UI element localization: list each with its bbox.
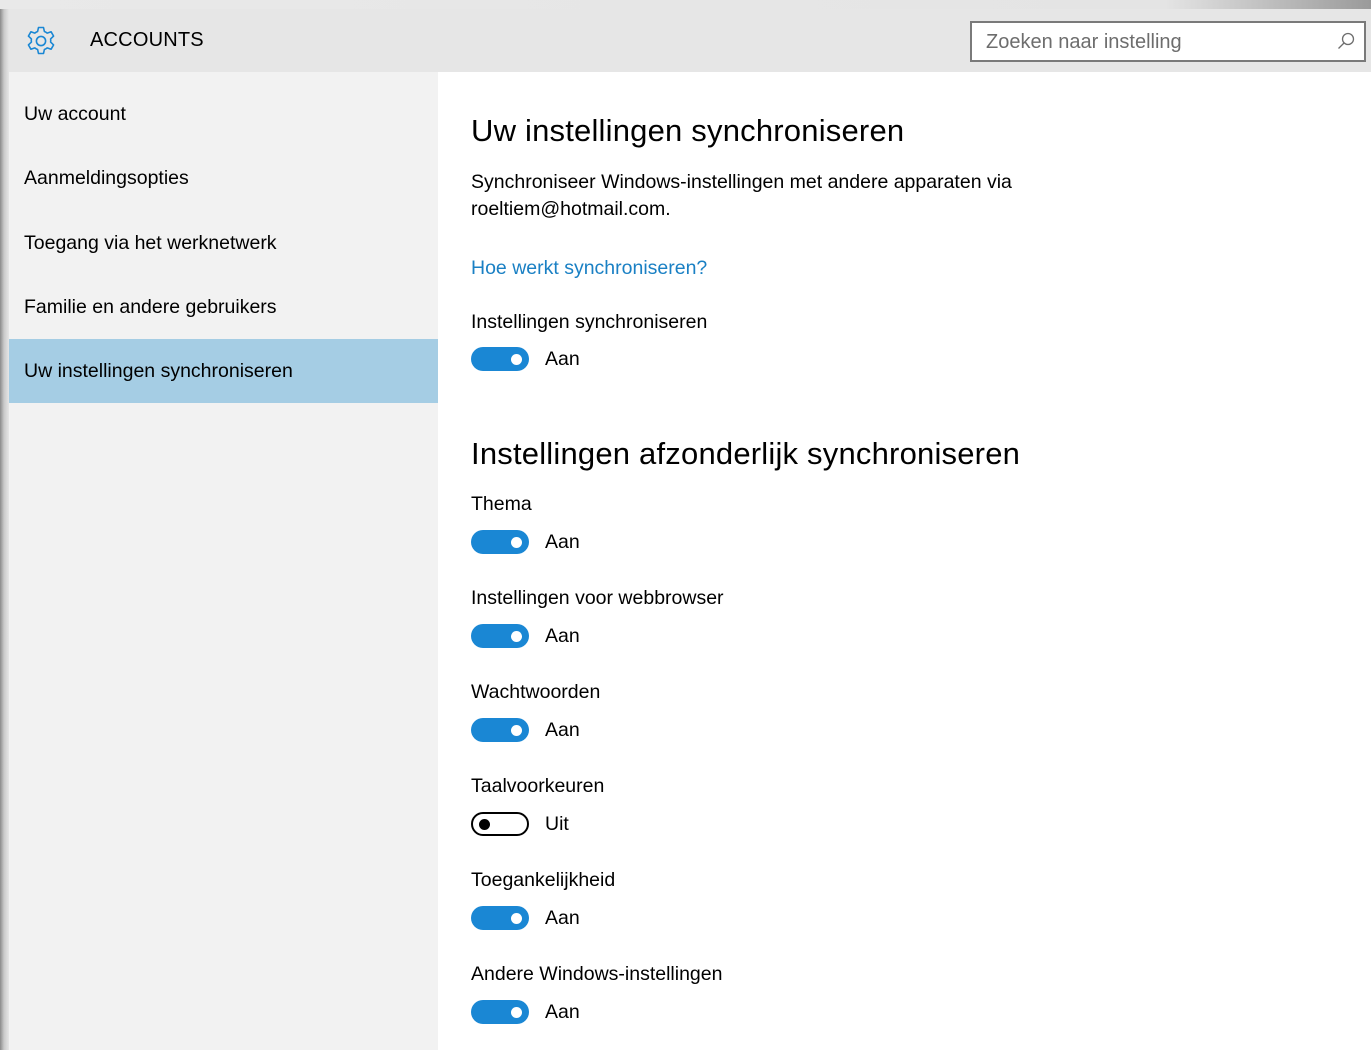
toggle-webbrowser[interactable] [471, 624, 529, 648]
description-line-1: Synchroniseer Windows-instellingen met a… [471, 171, 1012, 193]
app-title: ACCOUNTS [90, 29, 204, 51]
sidebar: Uw account Aanmeldingsopties Toegang via… [9, 72, 438, 1050]
setting-label-andere: Andere Windows-instellingen [471, 963, 723, 985]
description-line-2: roeltiem@hotmail.com. [471, 198, 671, 220]
sidebar-item-aanmeldingsopties[interactable]: Aanmeldingsopties [9, 146, 438, 210]
sync-settings-state: Aan [545, 348, 580, 370]
title-bar: ACCOUNTS Zoeken naar instelling [9, 9, 1371, 72]
sidebar-item-label: Toegang via het werknetwerk [24, 232, 277, 254]
page-title: Uw instellingen synchroniseren [471, 113, 905, 148]
state-andere: Aan [545, 1001, 580, 1023]
toggle-thema[interactable] [471, 530, 529, 554]
state-wachtwoorden: Aan [545, 719, 580, 741]
toggle-knob [511, 536, 522, 548]
toggle-andere[interactable] [471, 1000, 529, 1024]
toggle-knob [511, 630, 522, 642]
main-content: Uw instellingen synchroniseren Synchroni… [438, 72, 1371, 1050]
state-taalvoorkeuren: Uit [545, 813, 569, 835]
sidebar-item-label: Uw account [24, 103, 126, 125]
sidebar-item-label: Uw instellingen synchroniseren [24, 360, 293, 382]
sync-settings-toggle[interactable] [471, 347, 529, 371]
setting-label-toegankelijkheid: Toegankelijkheid [471, 869, 616, 891]
sidebar-item-label: Familie en andere gebruikers [24, 296, 277, 318]
window-top-frame [0, 0, 1371, 9]
toggle-knob [511, 724, 522, 736]
setting-label-webbrowser: Instellingen voor webbrowser [471, 587, 724, 609]
setting-label-taalvoorkeuren: Taalvoorkeuren [471, 775, 605, 797]
toggle-knob [511, 1006, 522, 1018]
settings-window: ACCOUNTS Zoeken naar instelling Uw accou… [9, 9, 1371, 1050]
sync-settings-label: Instellingen synchroniseren [471, 311, 708, 333]
sidebar-item-uw-account[interactable]: Uw account [9, 82, 438, 146]
sidebar-item-synchroniseren[interactable]: Uw instellingen synchroniseren [9, 339, 438, 403]
search-input[interactable]: Zoeken naar instelling [970, 21, 1366, 62]
toggle-knob [479, 818, 490, 830]
toggle-taalvoorkeuren[interactable] [471, 812, 529, 836]
toggle-toegankelijkheid[interactable] [471, 906, 529, 930]
search-placeholder: Zoeken naar instelling [986, 31, 1182, 53]
state-toegankelijkheid: Aan [545, 907, 580, 929]
state-thema: Aan [545, 531, 580, 553]
setting-label-thema: Thema [471, 493, 532, 515]
section-title: Instellingen afzonderlijk synchroniseren [471, 436, 1021, 471]
state-webbrowser: Aan [545, 625, 580, 647]
sidebar-item-label: Aanmeldingsopties [24, 167, 189, 189]
sidebar-item-werknetwerk[interactable]: Toegang via het werknetwerk [9, 211, 438, 275]
sidebar-item-familie[interactable]: Familie en andere gebruikers [9, 275, 438, 339]
gear-icon [27, 26, 55, 55]
help-link[interactable]: Hoe werkt synchroniseren? [471, 255, 707, 282]
toggle-knob [511, 912, 522, 924]
setting-label-wachtwoorden: Wachtwoorden [471, 681, 601, 703]
search-icon[interactable] [1336, 31, 1356, 51]
toggle-wachtwoorden[interactable] [471, 718, 529, 742]
toggle-knob [511, 353, 522, 365]
